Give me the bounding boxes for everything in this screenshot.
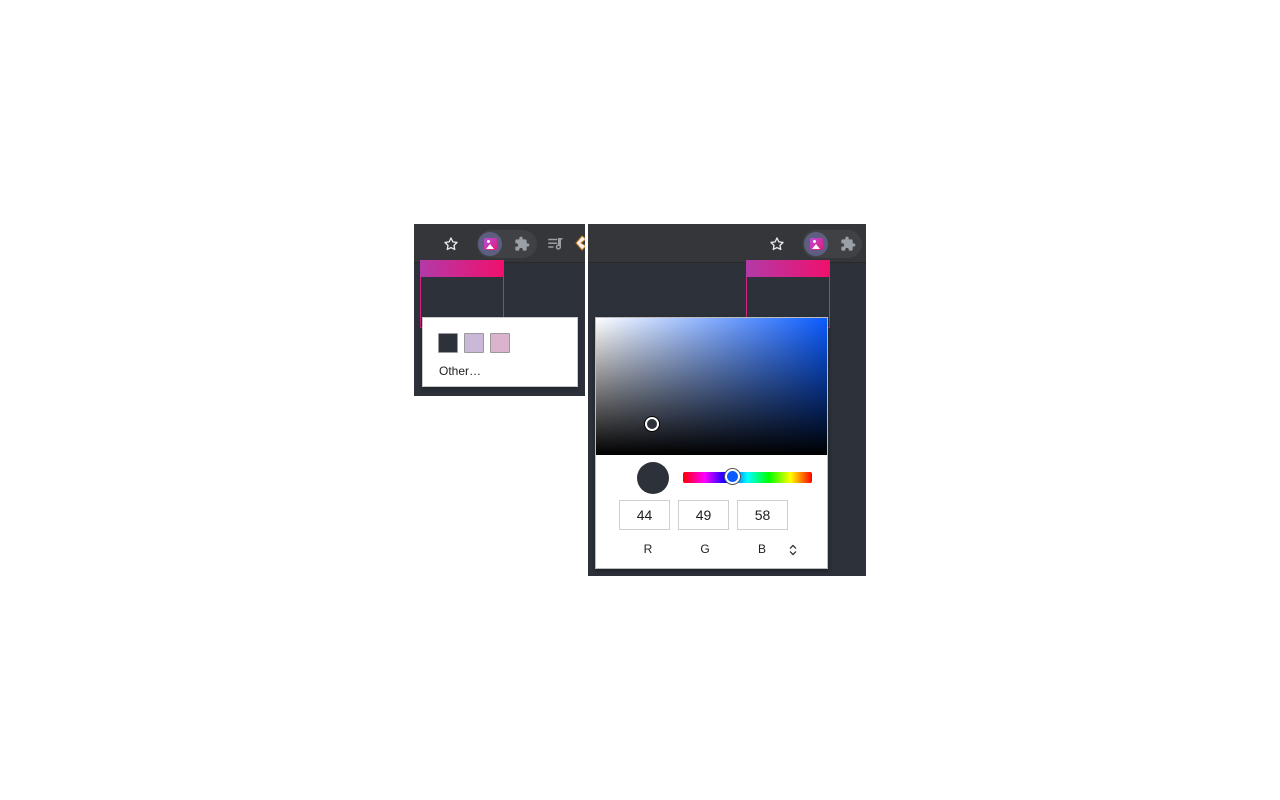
image-extension-icon[interactable]	[478, 232, 502, 256]
extension-popup-header	[746, 260, 830, 277]
extension-popup-header	[420, 260, 504, 277]
blue-label: B	[757, 542, 766, 556]
right-screenshot: 44 49 58 R G B	[588, 224, 866, 576]
red-label: R	[643, 542, 653, 556]
puzzle-extension-icon[interactable]	[837, 233, 859, 255]
color-swatch-menu: Other…	[422, 317, 578, 387]
media-queue-icon[interactable]	[544, 233, 566, 255]
blue-value-input[interactable]: 58	[737, 500, 788, 530]
hue-slider[interactable]	[683, 472, 812, 483]
partial-extension-icon[interactable]	[574, 235, 585, 251]
saturation-value-area[interactable]	[596, 318, 827, 455]
green-label: G	[700, 542, 710, 556]
green-value-input[interactable]: 49	[678, 500, 729, 530]
star-icon[interactable]	[766, 233, 788, 255]
saturation-value-handle[interactable]	[645, 417, 659, 431]
hue-slider-handle[interactable]	[725, 469, 741, 484]
swatch-lavender[interactable]	[464, 333, 484, 353]
swatch-pink[interactable]	[490, 333, 510, 353]
swatch-dark[interactable]	[438, 333, 458, 353]
star-icon[interactable]	[440, 233, 462, 255]
color-preview-swatch	[637, 462, 669, 494]
puzzle-extension-icon[interactable]	[511, 233, 533, 255]
image-extension-icon[interactable]	[804, 232, 828, 256]
up-down-arrows-icon[interactable]	[789, 543, 797, 556]
left-screenshot: Other…	[414, 224, 585, 396]
browser-toolbar	[414, 224, 585, 263]
color-picker-dialog: 44 49 58 R G B	[595, 317, 828, 569]
other-color-option[interactable]: Other…	[439, 364, 481, 378]
red-value-input[interactable]: 44	[619, 500, 670, 530]
browser-toolbar	[588, 224, 866, 263]
